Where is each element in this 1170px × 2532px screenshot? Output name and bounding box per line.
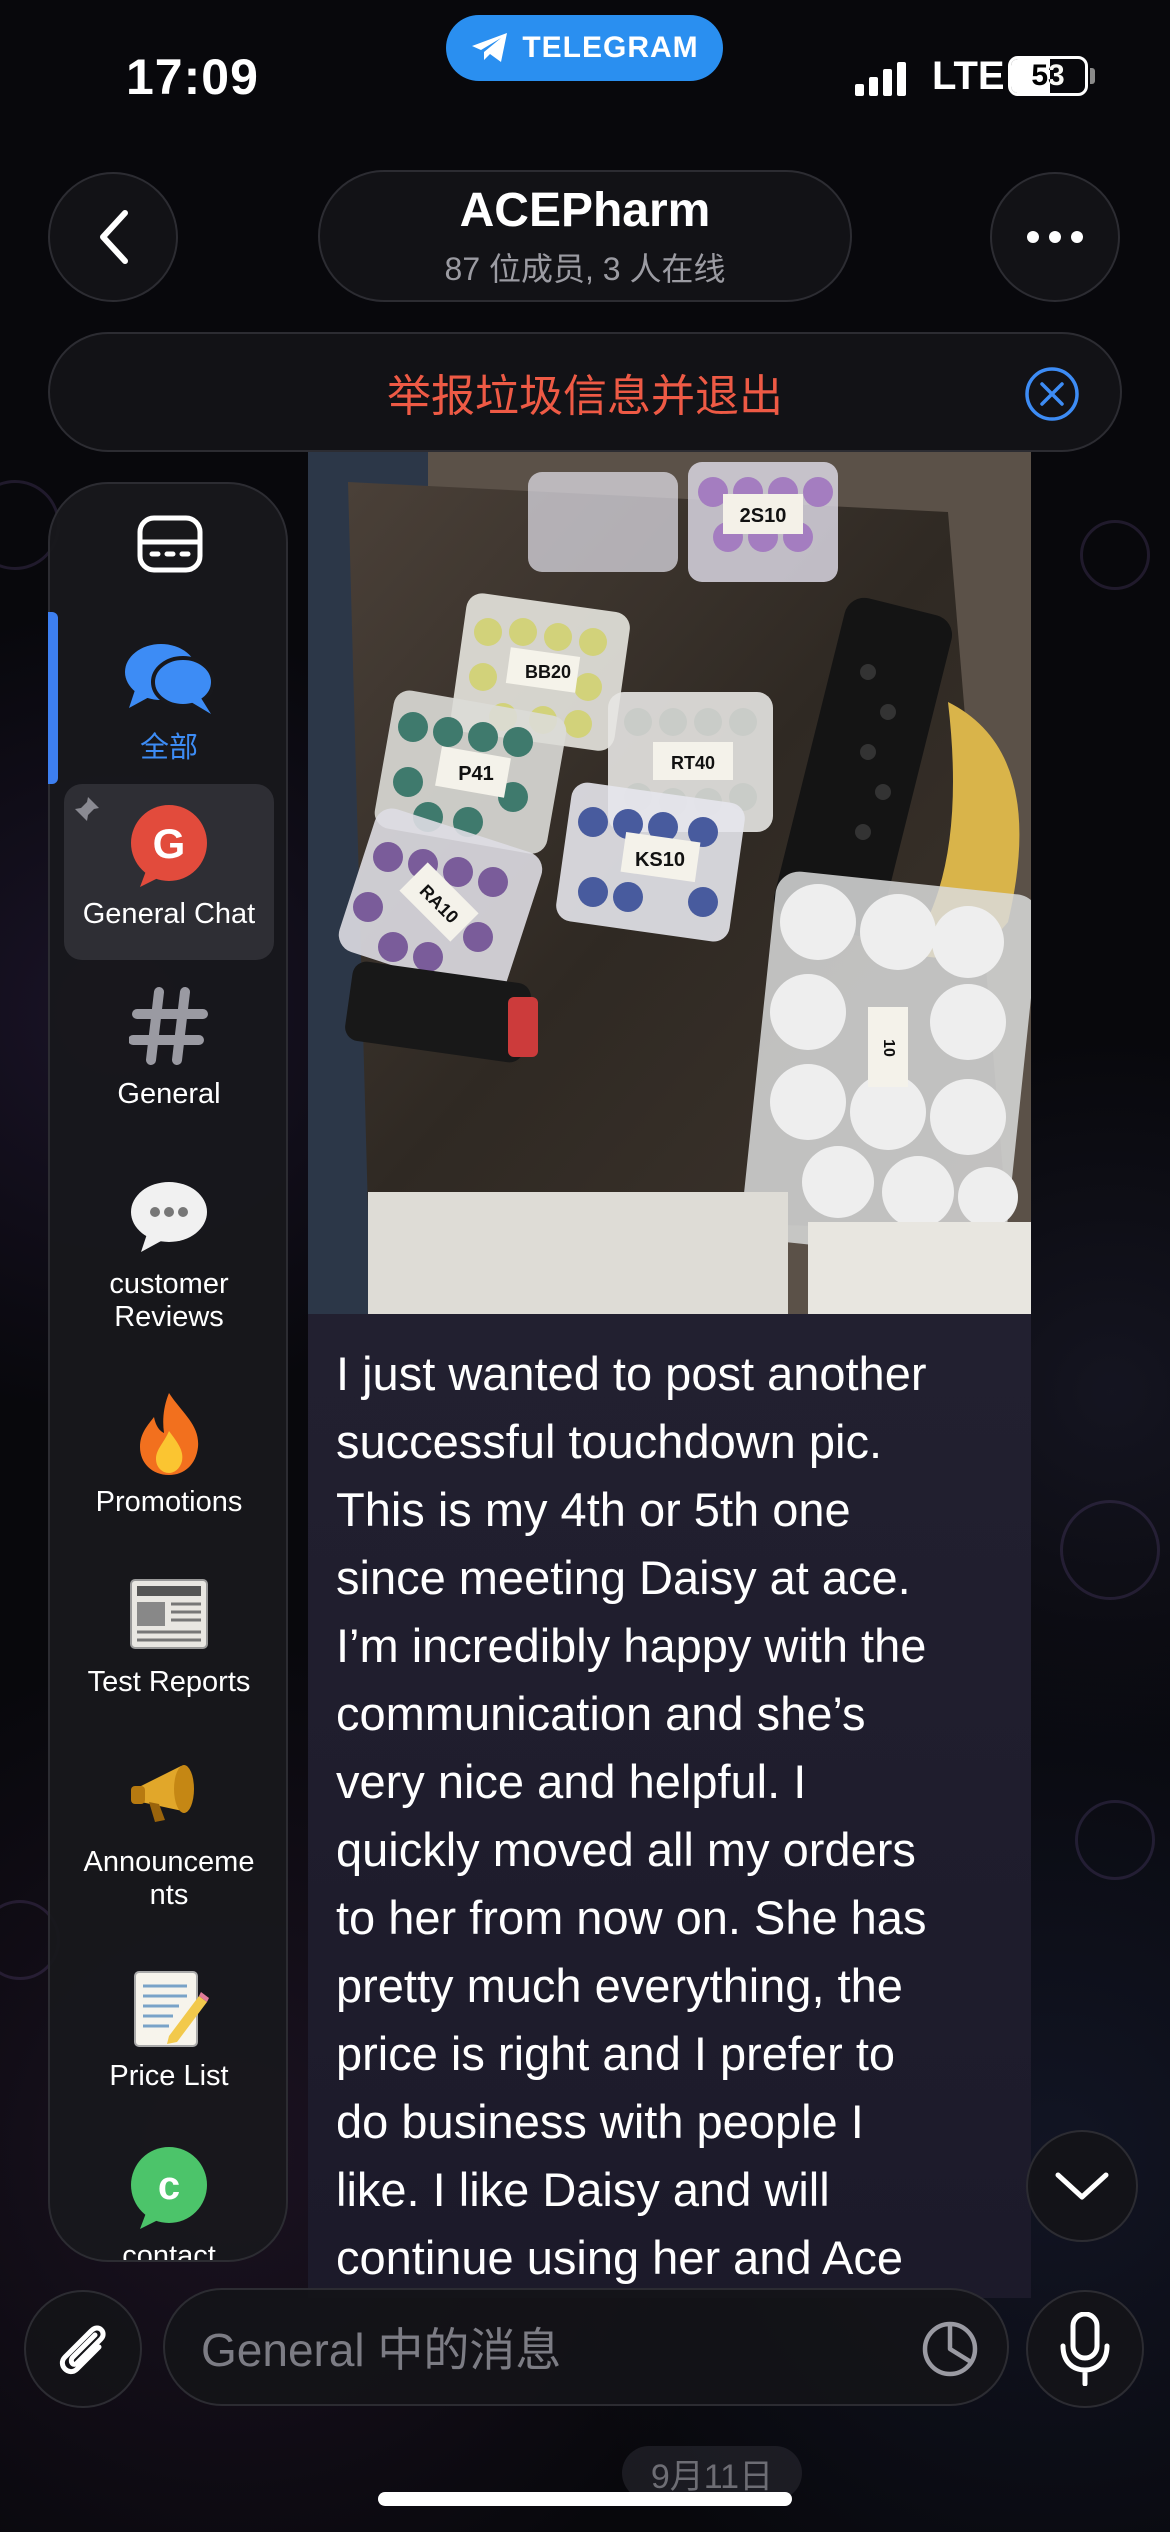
photo-label: 2S10 bbox=[740, 505, 787, 527]
sidebar-item-contact[interactable]: c contact bbox=[64, 2140, 274, 2262]
sidebar-item-label: contact bbox=[122, 2240, 216, 2262]
contact-c-icon: c bbox=[131, 2147, 207, 2229]
telegram-plane-icon bbox=[472, 33, 508, 62]
message-photo[interactable]: 2S10 BB20 RT40 P41 KS10 RA10 10 bbox=[308, 452, 1031, 1314]
photo-label: KS10 bbox=[635, 849, 685, 871]
vial-box-ks10: KS10 bbox=[556, 782, 745, 942]
chat-member-count: 87 位成员, 3 人在线 bbox=[444, 250, 726, 287]
sidebar-item-label: customer Reviews bbox=[109, 1268, 229, 1333]
sidebar-item-label: General bbox=[117, 1078, 221, 1110]
network-type: LTE bbox=[932, 54, 1005, 98]
fire-icon bbox=[140, 1393, 199, 1475]
topics-list-icon bbox=[137, 515, 203, 573]
chevron-left-icon bbox=[100, 210, 128, 264]
sidebar-item-label: Promotions bbox=[95, 1486, 243, 1518]
svg-text:G: G bbox=[153, 820, 186, 867]
sidebar-item-price-list[interactable]: Price List bbox=[64, 1960, 274, 2093]
battery-icon: 53 bbox=[1008, 56, 1088, 96]
svg-text:c: c bbox=[158, 2164, 180, 2208]
cellular-signal-icon bbox=[855, 60, 906, 96]
photo-label: BB20 bbox=[525, 662, 571, 682]
hashtag-icon bbox=[129, 987, 208, 1065]
sidebar-item-customer-reviews[interactable]: customer Reviews bbox=[64, 1168, 274, 1334]
sidebar-item-promotions[interactable]: Promotions bbox=[64, 1386, 274, 1519]
battery-percentage: 53 bbox=[1031, 59, 1065, 92]
newspaper-icon bbox=[130, 1579, 208, 1649]
sidebar-item-test-reports[interactable]: Test Reports bbox=[64, 1566, 274, 1699]
battery-tip bbox=[1090, 68, 1095, 84]
sidebar-item-all[interactable]: 全部 bbox=[64, 632, 274, 765]
sidebar-item-label: Announceme nts bbox=[83, 1846, 255, 1911]
close-circle-icon[interactable] bbox=[1024, 366, 1080, 422]
background-doodle bbox=[1060, 1500, 1160, 1600]
sidebar-item-label: 全部 bbox=[139, 732, 198, 764]
chat-bubbles-icon bbox=[125, 644, 215, 714]
message-input[interactable]: General 中的消息 bbox=[163, 2288, 1009, 2406]
report-spam-bar[interactable]: 举报垃圾信息并退出 bbox=[48, 332, 1122, 452]
attach-button[interactable] bbox=[24, 2290, 142, 2408]
telegram-pill-label: TELEGRAM bbox=[522, 31, 699, 64]
telegram-return-pill[interactable]: TELEGRAM bbox=[446, 15, 723, 81]
scroll-to-bottom-button[interactable] bbox=[1026, 2130, 1138, 2242]
sidebar-item-announcements[interactable]: Announceme nts bbox=[64, 1746, 274, 1912]
status-time: 17:09 bbox=[126, 49, 259, 105]
paperclip-icon bbox=[59, 2325, 106, 2375]
sidebar-item-label: Price List bbox=[109, 2060, 229, 2092]
telegram-screen: 17:09 TELEGRAM LTE 53 ACEPharm 87 位成员, 3… bbox=[0, 0, 1170, 2532]
sidebar-item-general[interactable]: General bbox=[64, 978, 274, 1111]
voice-message-button[interactable] bbox=[1026, 2290, 1144, 2408]
home-indicator[interactable] bbox=[378, 2492, 792, 2506]
photo-label: P41 bbox=[458, 763, 494, 785]
vial-box-2s10: 2S10 bbox=[688, 462, 838, 582]
chat-title-pill[interactable]: ACEPharm 87 位成员, 3 人在线 bbox=[318, 170, 852, 302]
more-options-button[interactable] bbox=[990, 172, 1120, 302]
pin-icon bbox=[75, 797, 99, 821]
message-text: I just wanted to post another successful… bbox=[336, 1347, 927, 2284]
sidebar-item-label: General Chat bbox=[82, 898, 256, 930]
sidebar-item-label: Test Reports bbox=[87, 1666, 251, 1698]
microphone-icon bbox=[1060, 2312, 1110, 2386]
more-dots-icon bbox=[1027, 231, 1083, 243]
general-chat-g-icon: G bbox=[131, 805, 207, 887]
message-bubble[interactable]: I just wanted to post another successful… bbox=[308, 1314, 1031, 2298]
back-button[interactable] bbox=[48, 172, 178, 302]
topics-sidebar: 全部 G General Chat General customer Revie… bbox=[48, 482, 288, 2262]
sticker-icon[interactable] bbox=[921, 2320, 979, 2378]
chevron-down-icon bbox=[1055, 2172, 1109, 2200]
speech-bubble-icon bbox=[131, 1182, 207, 1252]
megaphone-icon bbox=[131, 1765, 194, 1822]
photo-content: 2S10 BB20 RT40 P41 KS10 RA10 10 bbox=[308, 452, 1031, 1314]
photo-label: 10 bbox=[880, 1039, 897, 1057]
chat-title: ACEPharm bbox=[459, 183, 711, 237]
report-spam-label: 举报垃圾信息并退出 bbox=[387, 372, 783, 421]
photo-label: RT40 bbox=[671, 753, 715, 773]
background-doodle bbox=[1075, 1800, 1155, 1880]
topics-list-toggle[interactable] bbox=[134, 512, 206, 576]
memo-icon bbox=[134, 1971, 209, 2047]
sidebar-active-indicator bbox=[48, 612, 58, 784]
message-input-placeholder: General 中的消息 bbox=[201, 2324, 562, 2376]
sidebar-item-general-chat[interactable]: G General Chat bbox=[64, 784, 274, 960]
background-doodle bbox=[1080, 520, 1150, 590]
